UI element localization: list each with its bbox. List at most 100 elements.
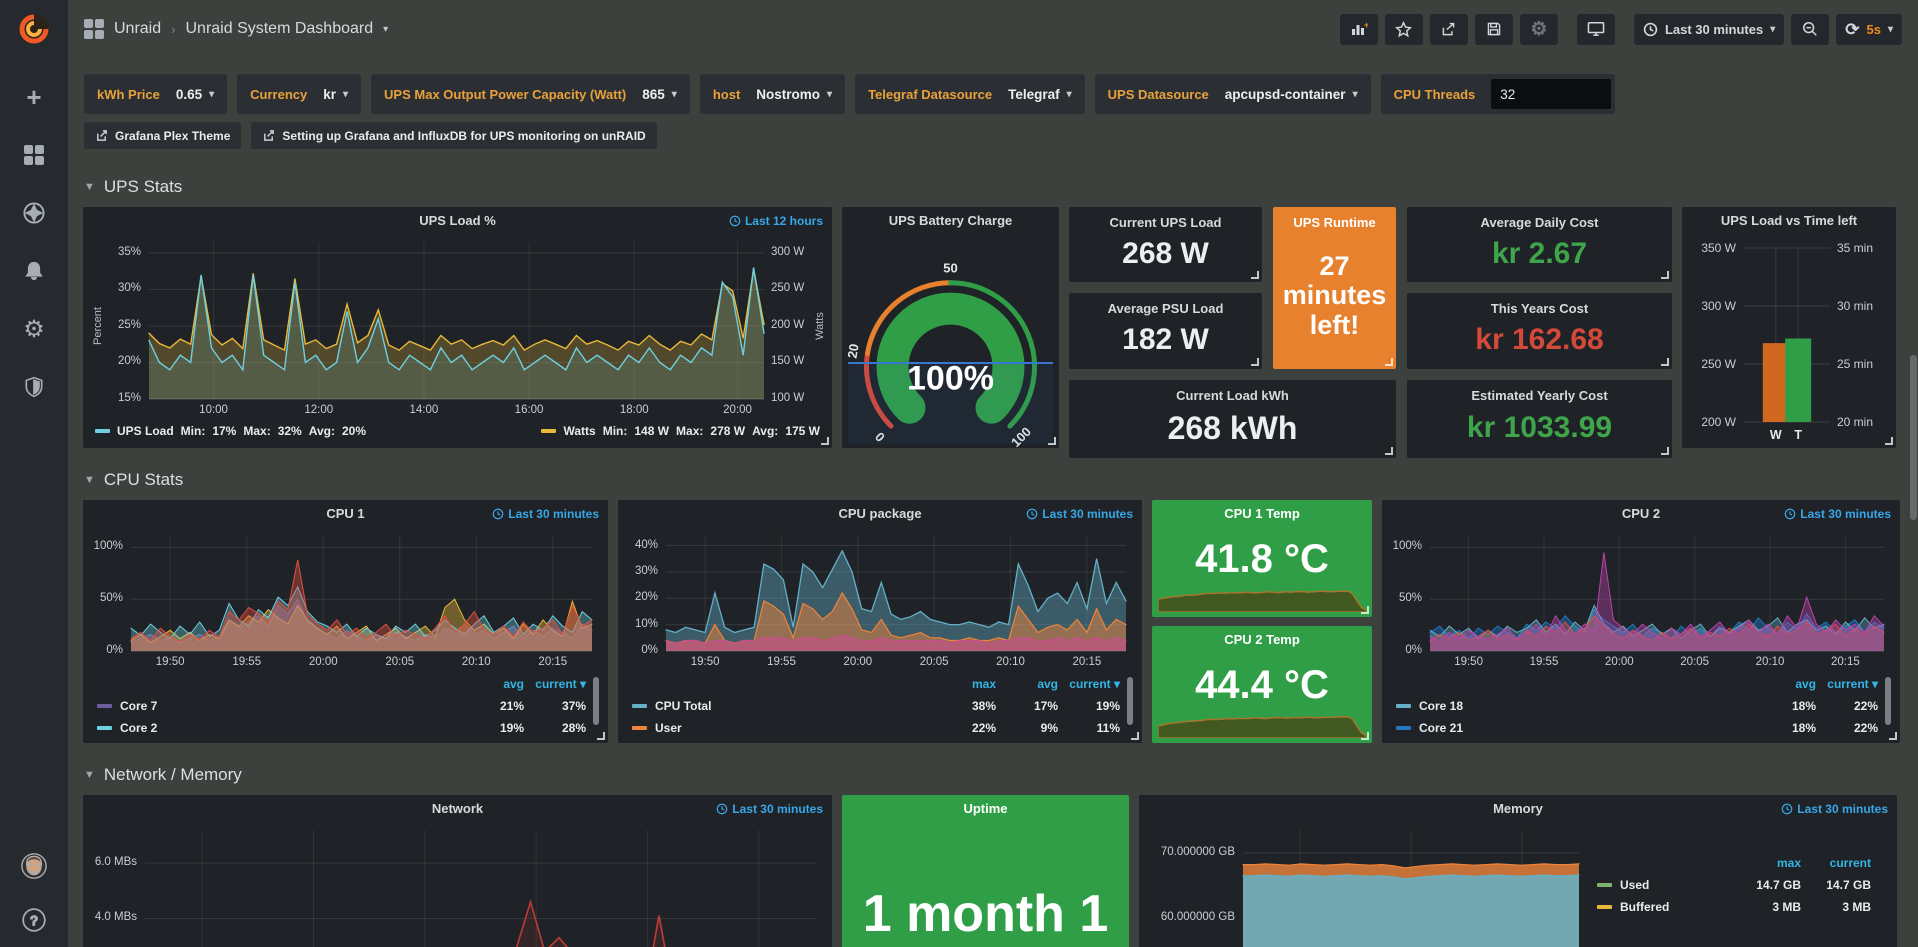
save-dashboard-button[interactable]: [1475, 14, 1513, 45]
legend-series-name[interactable]: UPS Load: [117, 424, 174, 438]
add-panel-icon[interactable]: +: [21, 84, 47, 110]
link-grafana-plex-theme[interactable]: Grafana Plex Theme: [84, 122, 241, 149]
legend-sort-column[interactable]: current ▾: [1058, 677, 1120, 691]
legend-sort-column[interactable]: current ▾: [524, 677, 586, 691]
external-link-icon: [262, 129, 275, 142]
panel-title[interactable]: UPS Battery Charge: [842, 207, 1059, 234]
cpu-threads-input[interactable]: [1491, 79, 1611, 109]
configuration-gear-icon[interactable]: ⚙: [21, 316, 47, 342]
y-axis-tick-label: 50%: [1386, 592, 1422, 604]
panel-title[interactable]: CPU 1 Temp: [1152, 500, 1372, 527]
legend-series-name[interactable]: CPU Total: [632, 699, 934, 713]
panel-title[interactable]: UPS Runtime: [1273, 207, 1396, 231]
cpu1-graph[interactable]: 100%50%0%19:5019:5520:0020:0520:1020:15: [87, 527, 604, 673]
legend-series-name[interactable]: Used: [1597, 878, 1731, 892]
breadcrumb-app[interactable]: Unraid: [114, 20, 161, 38]
chevron-down-icon: ▼: [84, 769, 95, 781]
cpu2-graph[interactable]: 100%50%0%19:5019:5520:0020:0520:1020:15: [1386, 527, 1896, 673]
variable-ups-max-output[interactable]: UPS Max Output Power Capacity (Watt) 865…: [371, 74, 690, 114]
variable-ups-datasource[interactable]: UPS Datasource apcupsd-container▾: [1095, 74, 1371, 114]
dashboard-settings-button[interactable]: ⚙: [1520, 14, 1558, 45]
legend-sort-column[interactable]: avg: [996, 677, 1058, 691]
ups-load-graph[interactable]: 35%30%25%20%15%300 W250 W200 W150 W100 W…: [87, 234, 828, 421]
clock-icon: [1784, 508, 1796, 520]
chevron-down-icon: ▾: [1353, 89, 1358, 100]
y-axis-tick-label: 20%: [622, 591, 658, 603]
clock-icon: [1781, 803, 1793, 815]
legend-scrollbar-thumb[interactable]: [1127, 677, 1133, 725]
time-range-picker[interactable]: Last 30 minutes ▾: [1634, 14, 1784, 45]
legend-sort-column[interactable]: current ▾: [1816, 677, 1878, 691]
share-dashboard-button[interactable]: [1430, 14, 1468, 45]
network-graph[interactable]: 6.0 MBs4.0 MBs2.0 MBs: [87, 822, 828, 947]
panel-cpu2-temp: CPU 2 Temp 44.4 °C: [1152, 626, 1372, 743]
panel-title[interactable]: UPS Load %: [83, 207, 832, 234]
legend-series-name[interactable]: Core 2: [97, 721, 462, 735]
explore-compass-icon[interactable]: [21, 200, 47, 226]
refresh-interval-label[interactable]: 5s: [1867, 22, 1881, 37]
time-override-label: Last 30 minutes: [1781, 802, 1888, 816]
legend-value: 22%: [1816, 721, 1878, 735]
refresh-button[interactable]: ⟳ 5s ▾: [1836, 14, 1902, 45]
y-axis-tick-label: 200 W: [1686, 415, 1736, 429]
panel-title[interactable]: Average PSU Load: [1069, 293, 1262, 317]
add-panel-button[interactable]: +: [1340, 14, 1378, 45]
legend-sort-column[interactable]: max: [934, 677, 996, 691]
panel-title[interactable]: CPU 2 Temp: [1152, 626, 1372, 653]
x-axis-tick-label: 19:55: [1530, 656, 1559, 668]
panel-title[interactable]: Average Daily Cost: [1407, 207, 1672, 231]
stat-value: 27 minutes left!: [1273, 231, 1396, 369]
legend-series-name[interactable]: Watts: [563, 424, 595, 438]
alerting-bell-icon[interactable]: [21, 258, 47, 284]
panel-title[interactable]: Current Load kWh: [1069, 380, 1396, 404]
chevron-down-icon: ▾: [672, 89, 677, 100]
section-header-ups-stats[interactable]: ▼ UPS Stats: [68, 149, 1918, 197]
user-avatar[interactable]: [21, 853, 47, 879]
variable-currency[interactable]: Currency kr▾: [237, 74, 361, 114]
panel-title[interactable]: This Years Cost: [1407, 293, 1672, 317]
refresh-icon: ⟳: [1845, 21, 1859, 38]
dashboards-icon[interactable]: [21, 142, 47, 168]
star-dashboard-button[interactable]: [1385, 14, 1423, 45]
stat-value: 182 W: [1069, 317, 1262, 369]
variable-host[interactable]: host Nostromo▾: [700, 74, 845, 114]
legend-series-name[interactable]: Core 21: [1396, 721, 1754, 735]
y-axis-tick-label: 100%: [87, 540, 123, 552]
svg-text:+: +: [1364, 21, 1368, 30]
stat-value: kr 1033.99: [1407, 404, 1672, 458]
breadcrumb: Unraid › Unraid System Dashboard ▾: [84, 19, 388, 39]
panel-title[interactable]: Current UPS Load: [1069, 207, 1262, 231]
legend-sort-column[interactable]: max: [1731, 856, 1801, 870]
legend-sort-column[interactable]: avg: [462, 677, 524, 691]
chevron-down-icon: ▾: [827, 89, 832, 100]
memory-graph[interactable]: 70.000000 GB60.000000 GB50.000000 GB: [1143, 822, 1593, 947]
help-icon[interactable]: ?: [21, 907, 47, 933]
legend-series-name[interactable]: Core 7: [97, 699, 462, 713]
breadcrumb-caret-icon[interactable]: ▾: [383, 24, 388, 35]
cycle-view-monitor-button[interactable]: [1577, 14, 1615, 45]
legend-series-name[interactable]: Core 18: [1396, 699, 1754, 713]
clock-icon: [716, 803, 728, 815]
panel-cpu-1: CPU 1 Last 30 minutes 100%50%0%19:5019:5…: [83, 500, 608, 743]
server-admin-shield-icon[interactable]: [21, 374, 47, 400]
panel-title[interactable]: UPS Load vs Time left: [1682, 207, 1896, 234]
page-scrollbar-thumb[interactable]: [1910, 355, 1917, 520]
panel-title[interactable]: Uptime: [842, 795, 1129, 822]
legend-series-name[interactable]: Buffered: [1597, 900, 1731, 914]
variable-telegraf-datasource[interactable]: Telegraf Datasource Telegraf▾: [855, 74, 1085, 114]
zoom-out-time-button[interactable]: [1791, 14, 1829, 45]
legend-series-name[interactable]: User: [632, 721, 934, 735]
breadcrumb-page[interactable]: Unraid System Dashboard: [185, 20, 373, 38]
legend-sort-column[interactable]: current: [1801, 856, 1871, 870]
panel-title[interactable]: Estimated Yearly Cost: [1407, 380, 1672, 404]
link-grafana-influxdb-guide[interactable]: Setting up Grafana and InfluxDB for UPS …: [251, 122, 656, 149]
variable-kwh-price[interactable]: kWh Price 0.65▾: [84, 74, 227, 114]
section-header-network-memory[interactable]: ▼ Network / Memory: [68, 743, 1918, 785]
cpu-package-graph[interactable]: 40%30%20%10%0%19:5019:5520:0020:0520:102…: [622, 527, 1138, 673]
legend-sort-column[interactable]: avg: [1754, 677, 1816, 691]
x-axis-tick-label: 16:00: [515, 404, 544, 416]
legend-scrollbar-thumb[interactable]: [593, 677, 599, 725]
legend-scrollbar-thumb[interactable]: [1885, 677, 1891, 725]
y-axis-tick-label: 10%: [622, 618, 658, 630]
grafana-logo[interactable]: [13, 8, 55, 50]
